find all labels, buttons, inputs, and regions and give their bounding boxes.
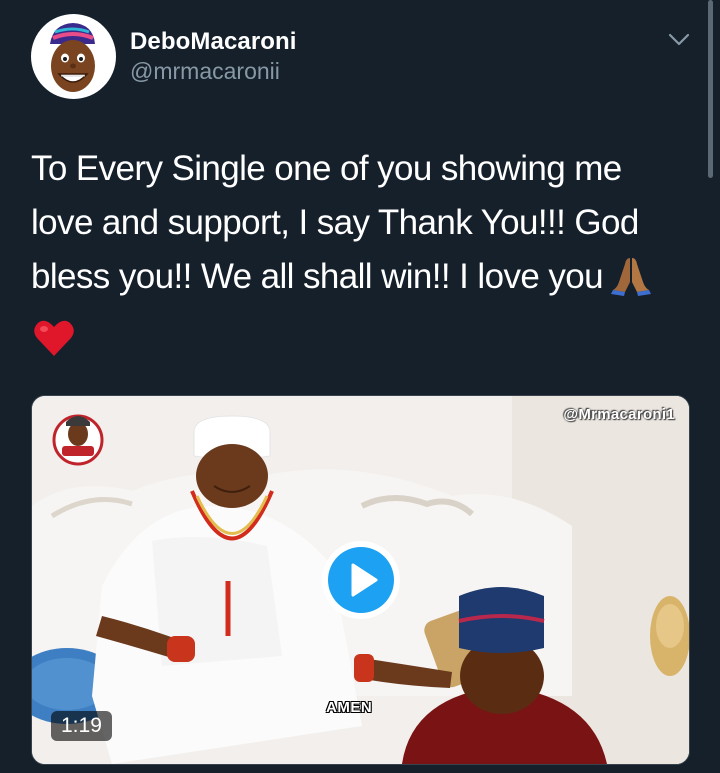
tweet-text: To Every Single one of you showing me lo…	[31, 142, 681, 374]
tweet-text-line	[31, 312, 681, 374]
tweet: DeboMacaroni @mrmacaronii To Every Singl…	[0, 0, 720, 773]
author-handle[interactable]: @mrmacaronii	[130, 58, 280, 85]
chevron-down-icon[interactable]	[664, 25, 694, 55]
scrollbar[interactable]	[708, 0, 713, 178]
tweet-text-line: bless you!! We all shall win!! I love yo…	[31, 250, 681, 312]
tweet-text-line-content: bless you!! We all shall win!! I love yo…	[31, 257, 604, 296]
tweet-text-line: To Every Single one of you showing me	[31, 149, 622, 188]
video-caption: AMEN	[326, 699, 373, 716]
watermark: @Mrmacaroni1	[563, 406, 675, 423]
play-icon	[328, 547, 394, 613]
play-button[interactable]	[322, 541, 400, 619]
video-duration: 1:19	[51, 711, 112, 741]
video-card[interactable]: @Mrmacaroni1 AMEN 1:19	[31, 395, 690, 765]
folded-hands-emoji	[609, 252, 653, 312]
tweet-text-line: love and support, I say Thank You!!! God	[31, 203, 639, 242]
author-name[interactable]: DeboMacaroni	[130, 28, 297, 56]
red-heart-emoji	[33, 318, 75, 374]
avatar[interactable]	[31, 14, 116, 99]
watermark-logo	[52, 414, 104, 466]
